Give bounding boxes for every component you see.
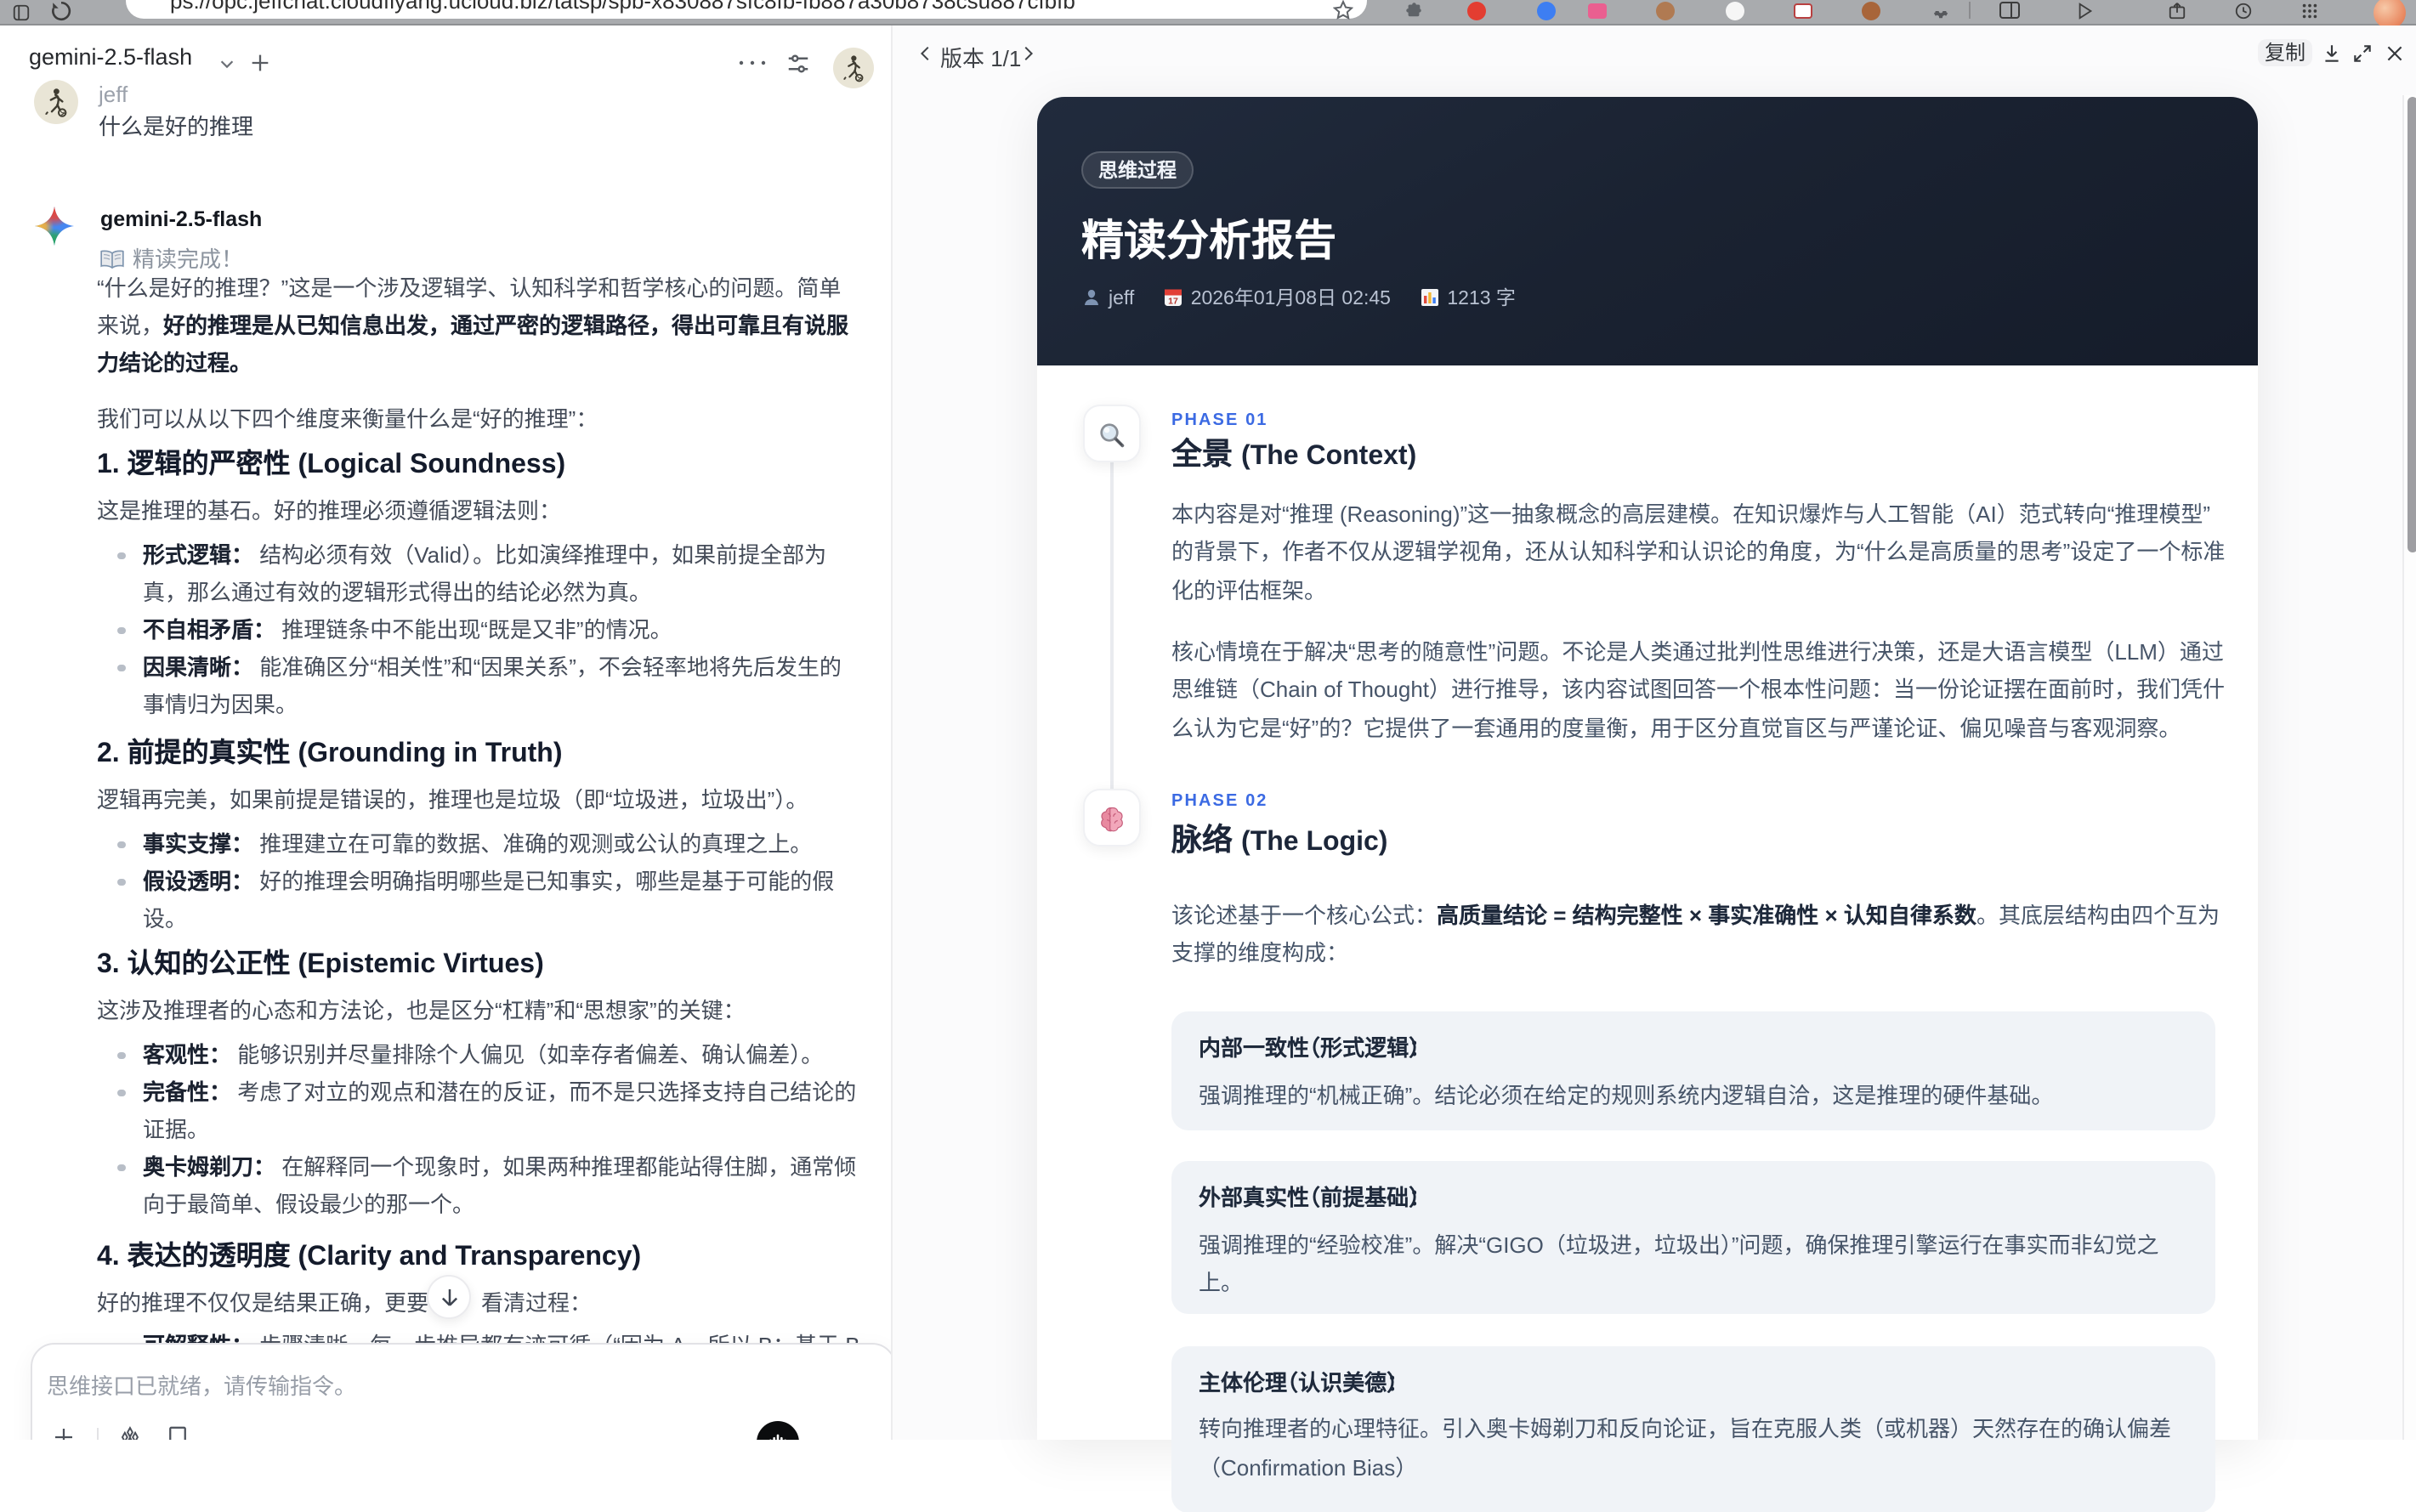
svg-text:17: 17: [1169, 296, 1179, 306]
